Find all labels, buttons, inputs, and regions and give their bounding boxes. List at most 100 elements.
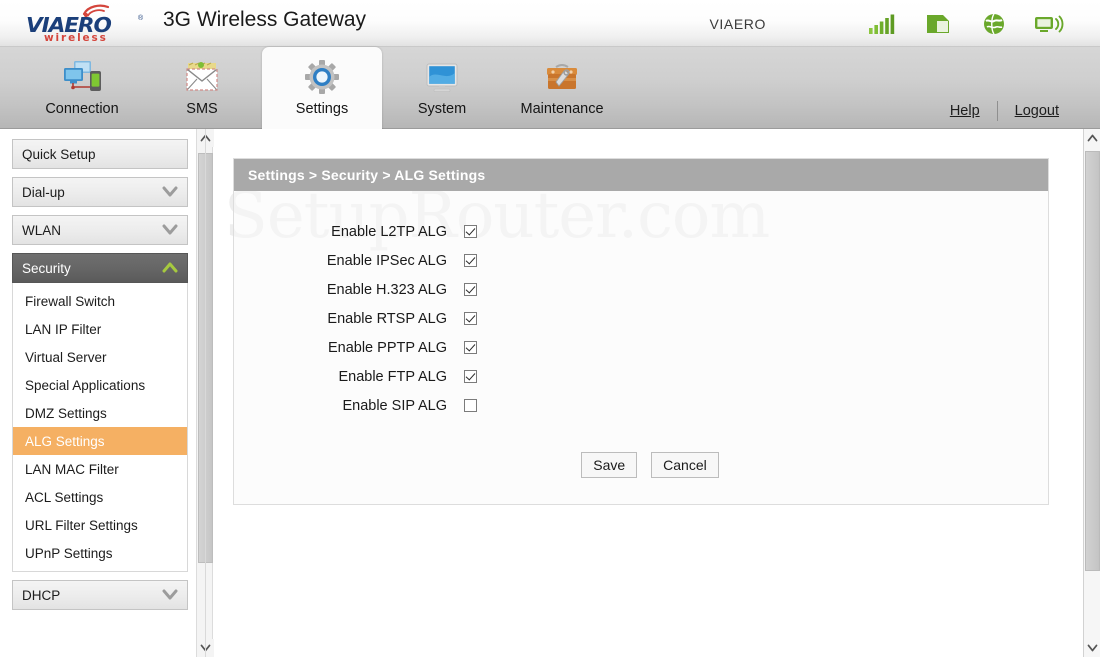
checkbox-ipsec-alg[interactable] <box>464 254 477 267</box>
sidebar-content-divider <box>205 129 206 657</box>
nav-links: Help Logout <box>933 101 1076 121</box>
form-row-l2tp-alg: Enable L2TP ALG <box>234 217 1048 246</box>
form-row-pptp-alg: Enable PPTP ALG <box>234 333 1048 362</box>
alg-settings-panel: Settings > Security > ALG Settings Enabl… <box>233 158 1049 505</box>
page-title: 3G Wireless Gateway <box>163 8 367 31</box>
sidebar-item-virtual-server[interactable]: Virtual Server <box>13 343 187 371</box>
sidebar-security-submenu: Firewall Switch LAN IP Filter Virtual Se… <box>12 283 188 572</box>
form-actions: Save Cancel <box>234 452 1048 478</box>
main-scroll-down-button[interactable] <box>1084 639 1100 657</box>
sidebar-subitem-label: URL Filter Settings <box>25 517 138 533</box>
tab-sms[interactable]: SMS <box>142 47 262 129</box>
help-link[interactable]: Help <box>933 103 997 119</box>
checkbox-pptp-alg[interactable] <box>464 341 477 354</box>
sidebar-item-label: Quick Setup <box>22 146 96 162</box>
sidebar-item-lan-mac-filter[interactable]: LAN MAC Filter <box>13 455 187 483</box>
label-pptp-alg: Enable PPTP ALG <box>327 339 447 356</box>
form-row-h323-alg: Enable H.323 ALG <box>234 275 1048 304</box>
main-scroll-thumb[interactable] <box>1085 151 1100 571</box>
sidebar-subitem-label: LAN IP Filter <box>25 321 102 337</box>
cancel-button[interactable]: Cancel <box>651 452 719 478</box>
label-h323-alg: Enable H.323 ALG <box>326 281 447 298</box>
envelope-icon <box>180 56 224 100</box>
logout-link[interactable]: Logout <box>998 103 1076 119</box>
chevron-down-icon <box>162 589 178 600</box>
sidebar-item-label: WLAN <box>22 222 62 238</box>
sidebar-item-quick-setup[interactable]: Quick Setup <box>12 139 188 169</box>
sidebar-group-label: Security <box>22 260 71 276</box>
sidebar-menu: Quick Setup Dial-up WLAN Security Firewa… <box>0 129 196 657</box>
tab-connection-label: Connection <box>45 101 119 117</box>
save-button[interactable]: Save <box>581 452 638 478</box>
network-computers-icon <box>60 56 104 100</box>
main-scroll-up-button[interactable] <box>1084 129 1100 147</box>
sidebar-subitem-label: ACL Settings <box>25 489 104 505</box>
sidebar-subitem-label: Virtual Server <box>25 349 107 365</box>
content-area: SetupRouter.com Settings > Security > AL… <box>214 129 1083 657</box>
chevron-down-icon <box>162 224 178 235</box>
chevron-up-icon <box>1087 134 1098 142</box>
form-row-sip-alg: Enable SIP ALG <box>234 391 1048 420</box>
carrier-label: VIAERO <box>709 15 766 32</box>
sidebar-item-lan-ip-filter[interactable]: LAN IP Filter <box>13 315 187 343</box>
tab-system[interactable]: System <box>382 47 502 129</box>
tab-sms-label: SMS <box>186 101 218 117</box>
sidebar-item-acl-settings[interactable]: ACL Settings <box>13 483 187 511</box>
label-rtsp-alg: Enable RTSP ALG <box>327 310 447 327</box>
checkbox-ftp-alg[interactable] <box>464 370 477 383</box>
sidebar-item-firewall-switch[interactable]: Firewall Switch <box>13 287 187 315</box>
label-sip-alg: Enable SIP ALG <box>342 397 447 414</box>
tab-system-label: System <box>417 101 467 117</box>
viaero-logo: VIAERO ® wireless <box>26 3 150 45</box>
tab-maintenance[interactable]: Maintenance <box>502 47 622 129</box>
alg-settings-form: Enable L2TP ALG Enable IPSec ALG Enable … <box>234 191 1048 504</box>
tab-maintenance-label: Maintenance <box>520 101 604 117</box>
sidebar-item-dhcp[interactable]: DHCP <box>12 580 188 610</box>
gear-icon <box>300 56 344 100</box>
tab-connection[interactable]: Connection <box>22 47 142 129</box>
sidebar-item-dial-up[interactable]: Dial-up <box>12 177 188 207</box>
label-ipsec-alg: Enable IPSec ALG <box>326 252 447 269</box>
sidebar-subitem-label: ALG Settings <box>25 433 105 449</box>
label-l2tp-alg: Enable L2TP ALG <box>331 223 447 240</box>
tab-settings[interactable]: Settings <box>262 47 382 129</box>
status-bar: VIAERO <box>709 0 1100 47</box>
sim-card-icon <box>910 13 966 35</box>
sidebar-item-label: Dial-up <box>22 184 65 200</box>
checkbox-rtsp-alg[interactable] <box>464 312 477 325</box>
label-ftp-alg: Enable FTP ALG <box>338 368 447 385</box>
logo-trademark: ® <box>138 15 144 22</box>
sidebar-subitem-label: Firewall Switch <box>25 293 116 309</box>
sidebar-item-dmz-settings[interactable]: DMZ Settings <box>13 399 187 427</box>
sidebar-item-alg-settings[interactable]: ALG Settings <box>13 427 187 455</box>
sidebar-item-url-filter-settings[interactable]: URL Filter Settings <box>13 511 187 539</box>
sidebar-subitem-label: DMZ Settings <box>25 405 107 421</box>
main-navigation: Connection SMS Settings System Maintenan… <box>0 47 1100 129</box>
breadcrumb: Settings > Security > ALG Settings <box>234 159 1048 191</box>
checkbox-l2tp-alg[interactable] <box>464 225 477 238</box>
monitor-icon <box>420 56 464 100</box>
logo-subtext: wireless <box>44 31 108 44</box>
checkbox-h323-alg[interactable] <box>464 283 477 296</box>
chevron-up-icon <box>162 262 178 273</box>
chevron-down-icon <box>1087 644 1098 652</box>
globe-icon <box>966 12 1022 36</box>
chevron-down-icon <box>162 186 178 197</box>
sidebar-subitem-label: LAN MAC Filter <box>25 461 119 477</box>
checkbox-sip-alg[interactable] <box>464 399 477 412</box>
sidebar-item-wlan[interactable]: WLAN <box>12 215 188 245</box>
sidebar-subitem-label: Special Applications <box>25 377 146 393</box>
sidebar-item-label: DHCP <box>22 587 61 603</box>
main-scrollbar[interactable] <box>1083 129 1100 657</box>
sidebar-group-security[interactable]: Security <box>12 253 188 283</box>
form-row-ipsec-alg: Enable IPSec ALG <box>234 246 1048 275</box>
body-region: Quick Setup Dial-up WLAN Security Firewa… <box>0 129 1100 657</box>
brand-header: VIAERO ® wireless 3G Wireless Gateway VI… <box>0 0 1100 47</box>
nav-tabs: Connection SMS Settings System Maintenan… <box>22 47 622 129</box>
tab-settings-label: Settings <box>295 101 349 117</box>
sidebar-item-upnp-settings[interactable]: UPnP Settings <box>13 539 187 567</box>
toolbox-wrench-icon <box>540 56 584 100</box>
sidebar-item-special-applications[interactable]: Special Applications <box>13 371 187 399</box>
sidebar-subitem-label: UPnP Settings <box>25 545 113 561</box>
form-row-rtsp-alg: Enable RTSP ALG <box>234 304 1048 333</box>
